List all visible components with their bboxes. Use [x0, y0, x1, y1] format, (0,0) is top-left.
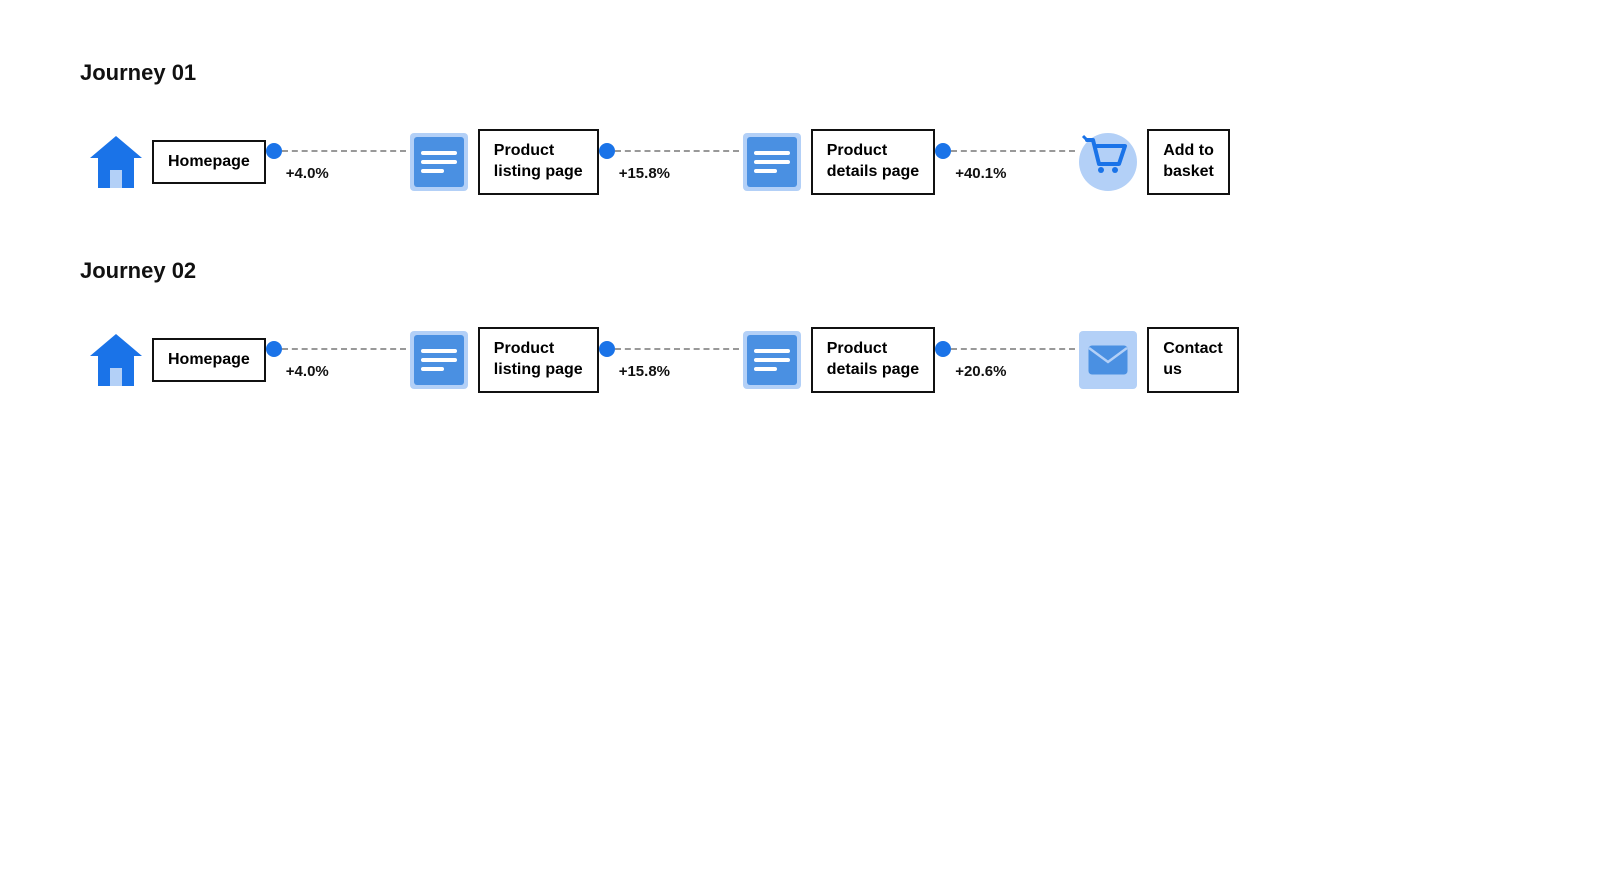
dot-1-2: [599, 143, 615, 159]
cart-icon-1: [1075, 126, 1147, 198]
node-basket-1: Add tobasket: [1075, 126, 1230, 198]
contact-2-label: Contactus: [1147, 327, 1239, 393]
dot-2-3: [935, 341, 951, 357]
details-1-label: Productdetails page: [811, 129, 935, 195]
dashed-2-1: [282, 348, 406, 350]
homepage-2-label: Homepage: [152, 338, 266, 383]
node-listing-1: Productlisting page: [406, 126, 599, 198]
listing-icon-2: [406, 324, 478, 396]
dot-2-1: [266, 341, 282, 357]
journey-01-title: Journey 01: [80, 60, 1521, 86]
connector-1-1: +4.0%: [266, 143, 406, 182]
connector-2-2: +15.8%: [599, 341, 739, 380]
listing-icon-1: [406, 126, 478, 198]
node-homepage-1: Homepage: [80, 126, 266, 198]
dashed-1-1: [282, 150, 406, 152]
dot-2-2: [599, 341, 615, 357]
node-details-2: Productdetails page: [739, 324, 935, 396]
details-icon-1: [739, 126, 811, 198]
dashed-2-2: [615, 348, 739, 350]
listing-2-label: Productlisting page: [478, 327, 599, 393]
listing-1-label: Productlisting page: [478, 129, 599, 195]
journey-02-title: Journey 02: [80, 258, 1521, 284]
connector-2-1: +4.0%: [266, 341, 406, 380]
journey-02-section: Journey 02 Homepage +4: [80, 258, 1521, 396]
journey-01-section: Journey 01 Homepage: [80, 60, 1521, 198]
journey-02-flow: Homepage +4.0%: [80, 324, 1521, 396]
homepage-1-label: Homepage: [152, 140, 266, 185]
details-2-label: Productdetails page: [811, 327, 935, 393]
dashed-1-2: [615, 150, 739, 152]
details-icon-2: [739, 324, 811, 396]
dot-1-3: [935, 143, 951, 159]
dot-1-1: [266, 143, 282, 159]
connector-2-3: +20.6%: [935, 341, 1075, 380]
node-homepage-2: Homepage: [80, 324, 266, 396]
connector-1-2: +15.8%: [599, 143, 739, 182]
basket-1-label: Add tobasket: [1147, 129, 1230, 195]
dashed-1-3: [951, 150, 1075, 152]
home-icon-2: [80, 324, 152, 396]
main-container: Journey 01 Homepage: [0, 0, 1601, 516]
pct-2-2: +15.8%: [599, 363, 670, 380]
home-icon-1: [80, 126, 152, 198]
node-details-1: Productdetails page: [739, 126, 935, 198]
connector-1-3: +40.1%: [935, 143, 1075, 182]
email-icon-2: [1075, 324, 1147, 396]
pct-1-2: +15.8%: [599, 165, 670, 182]
pct-2-1: +4.0%: [266, 363, 329, 380]
node-listing-2: Productlisting page: [406, 324, 599, 396]
pct-1-1: +4.0%: [266, 165, 329, 182]
journey-01-flow: Homepage +4.0%: [80, 126, 1521, 198]
pct-2-3: +20.6%: [935, 363, 1006, 380]
node-contact-2: Contactus: [1075, 324, 1239, 396]
pct-1-3: +40.1%: [935, 165, 1006, 182]
dashed-2-3: [951, 348, 1075, 350]
